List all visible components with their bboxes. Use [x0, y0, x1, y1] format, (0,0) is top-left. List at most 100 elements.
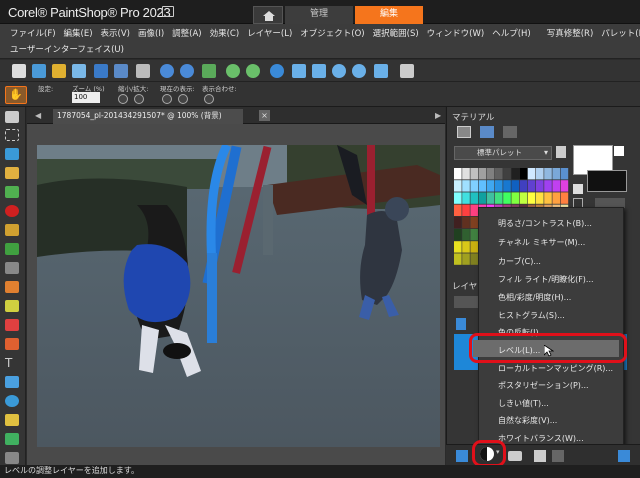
- menu-window[interactable]: ウィンドウ(W): [427, 27, 485, 39]
- menu-adjust[interactable]: 調整(A): [172, 27, 201, 39]
- swatch[interactable]: [462, 204, 470, 216]
- menu-item-curves[interactable]: カーブ(C)...: [498, 256, 541, 267]
- actual-size-button[interactable]: [162, 94, 172, 104]
- copy-icon[interactable]: [400, 64, 414, 78]
- new-file-icon[interactable]: [12, 64, 26, 78]
- swatch[interactable]: [503, 180, 511, 192]
- more-tools-icon[interactable]: [5, 452, 19, 464]
- close-document-icon[interactable]: ×: [259, 110, 270, 121]
- swatch[interactable]: [486, 168, 495, 180]
- menu-item-histogram[interactable]: ヒストグラム(S)...: [498, 310, 565, 321]
- swatch[interactable]: [454, 241, 462, 253]
- swatch[interactable]: [454, 192, 462, 204]
- pan-tool-icon[interactable]: ✋: [5, 86, 27, 104]
- undo-icon[interactable]: [160, 64, 174, 78]
- fit-icon[interactable]: [312, 64, 326, 78]
- scratch-tool-icon[interactable]: [5, 243, 19, 255]
- swatch[interactable]: [527, 168, 536, 180]
- color-wheel-tab-icon[interactable]: [503, 126, 517, 138]
- selection-tool-icon[interactable]: [5, 129, 19, 141]
- swatch[interactable]: [462, 241, 470, 253]
- swatch[interactable]: [462, 229, 470, 241]
- palette-options-icon[interactable]: [556, 146, 566, 158]
- tab-prev-icon[interactable]: ◀: [35, 111, 41, 120]
- swatch[interactable]: [462, 216, 470, 229]
- eraser-tool-icon[interactable]: [5, 300, 19, 312]
- menu-help[interactable]: ヘルプ(H): [492, 27, 531, 39]
- fit-button[interactable]: [178, 94, 188, 104]
- new-layer-icon[interactable]: [456, 450, 468, 462]
- menu-item-white-balance[interactable]: ホワイトバランス(W)...: [498, 433, 584, 444]
- export-icon[interactable]: [202, 64, 216, 78]
- pen-tool-icon[interactable]: [5, 414, 19, 426]
- swatch[interactable]: [462, 192, 470, 204]
- info-icon[interactable]: [270, 64, 284, 78]
- swatch[interactable]: [544, 168, 552, 180]
- home-tab[interactable]: [253, 6, 283, 24]
- swatch[interactable]: [544, 192, 552, 204]
- menu-effects[interactable]: 効果(C): [210, 27, 240, 39]
- swatch[interactable]: [470, 253, 478, 265]
- swatch[interactable]: [470, 168, 478, 180]
- swatch[interactable]: [511, 168, 519, 180]
- swatch[interactable]: [470, 180, 478, 192]
- swatch[interactable]: [495, 192, 503, 204]
- new-adjustment-layer-button[interactable]: ▾: [472, 440, 506, 467]
- swatch[interactable]: [552, 180, 560, 192]
- menu-item-brightness[interactable]: 明るさ/コントラスト(B)...: [498, 218, 592, 229]
- warp-tool-icon[interactable]: [5, 433, 19, 445]
- swatch[interactable]: [478, 180, 487, 192]
- shape-tool-icon[interactable]: [5, 376, 19, 388]
- layer-blend-dropdown[interactable]: [454, 296, 478, 308]
- zoom-input[interactable]: 100: [72, 92, 100, 103]
- swatch[interactable]: [536, 180, 544, 192]
- zoom-out-icon[interactable]: [332, 64, 346, 78]
- swatch[interactable]: [495, 168, 503, 180]
- group-icon[interactable]: [534, 450, 546, 462]
- swatch[interactable]: [552, 192, 560, 204]
- swatch[interactable]: [470, 192, 478, 204]
- tab-manage[interactable]: 管理: [285, 6, 353, 24]
- swatch[interactable]: [560, 168, 569, 180]
- menu-retouch[interactable]: 写真修整(R): [547, 27, 594, 39]
- swatch[interactable]: [495, 180, 503, 192]
- swatch[interactable]: [470, 241, 478, 253]
- swatch[interactable]: [454, 253, 462, 265]
- document-tab[interactable]: 1787054_pl-20143429150​7* @ 100% (背景): [53, 109, 243, 124]
- swatch[interactable]: [470, 229, 478, 241]
- swatch[interactable]: [519, 180, 528, 192]
- swatch[interactable]: [552, 168, 560, 180]
- document-image[interactable]: [37, 145, 440, 447]
- text-tool-icon[interactable]: T: [5, 357, 19, 369]
- new-grid-icon[interactable]: [32, 64, 46, 78]
- save-icon[interactable]: [94, 64, 108, 78]
- delete-layer-icon[interactable]: [552, 450, 564, 462]
- red-eye-tool-icon[interactable]: [5, 205, 19, 217]
- swap-colors-icon[interactable]: [614, 146, 624, 156]
- swatch[interactable]: [454, 229, 462, 241]
- pick-tool-icon[interactable]: [5, 111, 19, 123]
- paint-tool-icon[interactable]: [5, 319, 19, 331]
- grid-icon[interactable]: [292, 64, 306, 78]
- rotate-left-icon[interactable]: [226, 64, 240, 78]
- straighten-tool-icon[interactable]: [5, 186, 19, 198]
- crop-tool-icon[interactable]: [5, 167, 19, 179]
- preset-shape-icon[interactable]: [5, 395, 19, 407]
- swatch[interactable]: [511, 180, 519, 192]
- swatch[interactable]: [519, 168, 528, 180]
- swatch[interactable]: [511, 192, 519, 204]
- swatch[interactable]: [470, 216, 478, 229]
- redo-icon[interactable]: [180, 64, 194, 78]
- menu-item-hue-saturation[interactable]: 色相/彩度/明度(H)...: [498, 292, 571, 303]
- menu-edit[interactable]: 編集(E): [64, 27, 93, 39]
- fill-tool-icon[interactable]: [5, 338, 19, 350]
- clone-tool-icon[interactable]: [5, 224, 19, 236]
- menu-image[interactable]: 画像(I): [138, 27, 164, 39]
- zoom-in-button[interactable]: [134, 94, 144, 104]
- menu-file[interactable]: ファイル(F): [10, 27, 56, 39]
- swatch[interactable]: [462, 168, 470, 180]
- palette-dropdown[interactable]: 標準パレット: [454, 146, 552, 160]
- swatch[interactable]: [454, 168, 462, 180]
- swatch[interactable]: [560, 192, 569, 204]
- save-as-icon[interactable]: [114, 64, 128, 78]
